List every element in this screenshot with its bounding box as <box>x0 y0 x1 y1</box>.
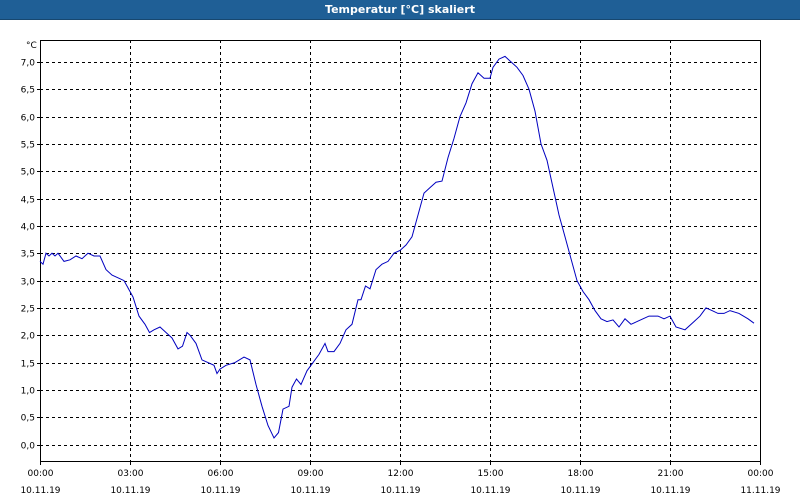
x-tick-date-label: 10.11.19 <box>470 486 510 496</box>
x-tick-date-label: 11.11.19 <box>740 486 780 496</box>
y-tick-label: 5,0 <box>21 168 36 178</box>
y-tick-label: 0,5 <box>21 414 35 424</box>
series-layer <box>39 55 755 439</box>
y-axis-unit-label: °C <box>26 41 37 51</box>
y-tick-label: 5,5 <box>21 141 35 151</box>
x-tick-time-label: 21:00 <box>658 469 684 479</box>
x-tick-time-label: 00:00 <box>748 469 774 479</box>
x-tick-time-label: 12:00 <box>388 469 414 479</box>
y-tick-label: 4,0 <box>21 223 36 233</box>
x-tick-time-label: 09:00 <box>298 469 324 479</box>
temperature-series-line <box>39 55 755 439</box>
x-tick-time-label: 03:00 <box>118 469 144 479</box>
y-tick-label: 3,5 <box>21 250 35 260</box>
x-tick-time-label: 00:00 <box>28 469 54 479</box>
x-tick-date-label: 10.11.19 <box>110 486 150 496</box>
x-tick-date-label: 10.11.19 <box>20 486 60 496</box>
x-tick-time-label: 06:00 <box>208 469 234 479</box>
x-tick-date-label: 10.11.19 <box>380 486 420 496</box>
chart-area: 0,0 0,5 1,0 1,5 2,0 2,5 3,0 3,5 4,0 4,5 5,0 5,5 6,0 6… <box>0 20 800 500</box>
chart-window-title: Temperatur [°C] skaliert <box>0 0 800 20</box>
x-tick-date-label: 10.11.19 <box>560 486 600 496</box>
y-tick-label: 3,0 <box>21 278 36 288</box>
x-tick-date-label: 10.11.19 <box>200 486 240 496</box>
x-tick-time-label: 18:00 <box>568 469 594 479</box>
axes <box>37 40 761 465</box>
y-tick-label: 6,5 <box>21 86 35 96</box>
y-tick-label: 1,5 <box>21 360 35 370</box>
y-tick-label: 4,5 <box>21 196 35 206</box>
x-tick-time-label: 15:00 <box>478 469 504 479</box>
x-tick-date-label: 10.11.19 <box>650 486 690 496</box>
y-tick-label: 0,0 <box>21 442 36 452</box>
y-tick-label: 7,0 <box>21 59 36 69</box>
y-tick-label: 6,0 <box>21 114 36 124</box>
y-tick-label: 2,0 <box>21 332 36 342</box>
x-tick-date-label: 10.11.19 <box>290 486 330 496</box>
y-tick-label: 1,0 <box>21 387 36 397</box>
temperature-line-chart: 0,0 0,5 1,0 1,5 2,0 2,5 3,0 3,5 4,0 4,5 5,0 5,5 6,0 6… <box>20 40 781 496</box>
y-tick-label: 2,5 <box>21 305 35 315</box>
